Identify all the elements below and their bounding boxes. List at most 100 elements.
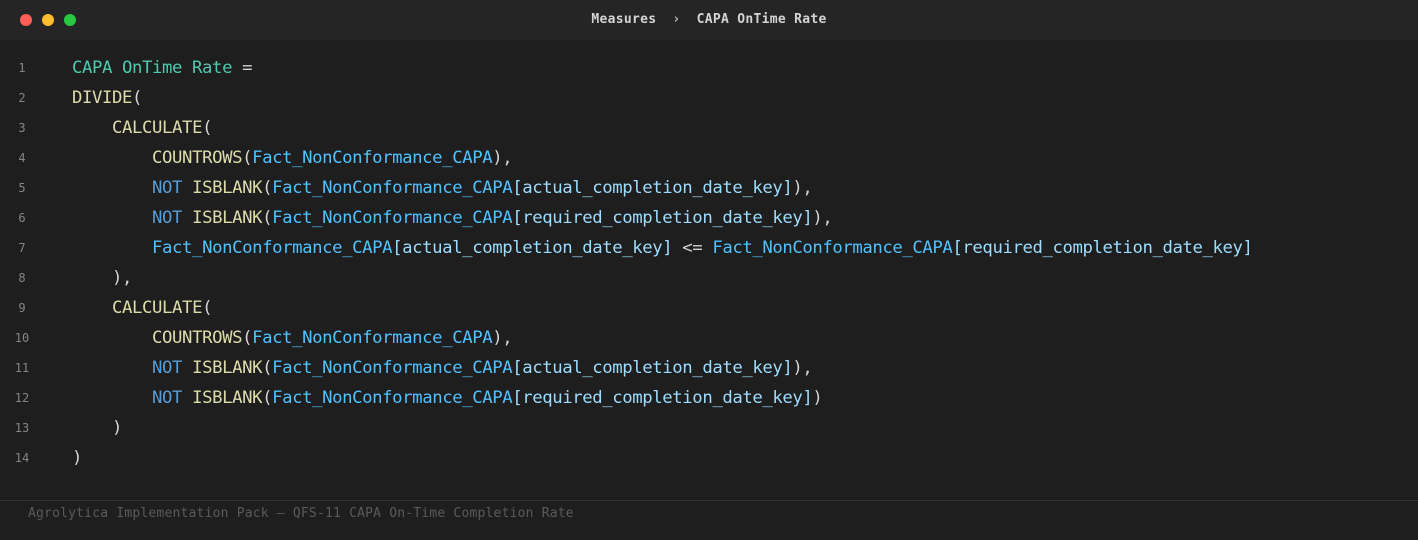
code-text: NOT ISBLANK(Fact_NonConformance_CAPA[act…: [72, 173, 813, 203]
line-number: 14: [14, 451, 30, 465]
code-text: NOT ISBLANK(Fact_NonConformance_CAPA[req…: [72, 203, 833, 233]
line-number: 8: [18, 271, 26, 285]
code-line[interactable]: 4 COUNTROWS(Fact_NonConformance_CAPA),: [0, 143, 1418, 173]
line-number: 3: [18, 121, 26, 135]
breadcrumb-current: CAPA OnTime Rate: [696, 12, 827, 27]
code-token: ): [72, 448, 83, 468]
code-line[interactable]: 7 Fact_NonConformance_CAPA[actual_comple…: [0, 233, 1418, 263]
line-number: 6: [18, 211, 26, 225]
code-token: ),: [792, 358, 813, 378]
code-token: [actual_completion_date_key]: [392, 238, 673, 258]
code-token: NOT: [152, 388, 183, 408]
code-line[interactable]: 11 NOT ISBLANK(Fact_NonConformance_CAPA[…: [0, 353, 1418, 383]
code-text: ): [72, 443, 82, 473]
line-number: 13: [14, 421, 30, 435]
code-token: (: [262, 358, 273, 378]
code-token: [required_completion_date_key]: [952, 238, 1253, 258]
code-text: NOT ISBLANK(Fact_NonConformance_CAPA[act…: [72, 353, 813, 383]
code-token: Fact_NonConformance_CAPA: [272, 208, 513, 228]
code-token: ),: [492, 148, 513, 168]
code-line[interactable]: 5 NOT ISBLANK(Fact_NonConformance_CAPA[a…: [0, 173, 1418, 203]
code-text: NOT ISBLANK(Fact_NonConformance_CAPA[req…: [72, 383, 823, 413]
code-token: ),: [812, 208, 833, 228]
code-text: ): [72, 413, 122, 443]
line-number: 7: [18, 241, 26, 255]
code-token: ),: [792, 178, 813, 198]
code-token: (: [262, 208, 273, 228]
line-number: 9: [18, 301, 26, 315]
code-token: CALCULATE: [112, 118, 203, 138]
code-line[interactable]: 9 CALCULATE(: [0, 293, 1418, 323]
code-text: COUNTROWS(Fact_NonConformance_CAPA),: [72, 323, 513, 353]
code-editor[interactable]: 1 CAPA OnTime Rate = 2 DIVIDE(3 CALCULATE(4…: [0, 53, 1418, 473]
code-text: COUNTROWS(Fact_NonConformance_CAPA),: [72, 143, 513, 173]
code-line[interactable]: 8 ),: [0, 263, 1418, 293]
code-text: DIVIDE(: [72, 83, 142, 113]
line-number: 10: [14, 331, 30, 345]
code-token: Fact_NonConformance_CAPA: [272, 178, 513, 198]
code-token: <=: [672, 238, 713, 258]
code-token: =: [232, 58, 253, 78]
breadcrumb-separator-icon: ›: [672, 12, 681, 27]
code-line[interactable]: 1 CAPA OnTime Rate =: [0, 53, 1418, 83]
code-token: Fact_NonConformance_CAPA: [272, 358, 513, 378]
code-token: (: [242, 328, 253, 348]
line-number: 2: [18, 91, 26, 105]
code-token: [required_completion_date_key]: [512, 388, 813, 408]
line-number: 1: [18, 61, 26, 75]
code-text: CALCULATE(: [72, 113, 212, 143]
code-line[interactable]: 12 NOT ISBLANK(Fact_NonConformance_CAPA[…: [0, 383, 1418, 413]
title-bar: Measures › CAPA OnTime Rate: [0, 0, 1418, 40]
code-token: (: [262, 178, 273, 198]
breadcrumb-parent[interactable]: Measures: [591, 12, 656, 27]
code-window: Measures › CAPA OnTime Rate 1 CAPA OnTime R…: [0, 0, 1418, 540]
code-token: NOT: [152, 178, 183, 198]
code-token: [required_completion_date_key]: [512, 208, 813, 228]
code-token: CAPA OnTime Rate: [72, 58, 233, 78]
code-line[interactable]: 2 DIVIDE(: [0, 83, 1418, 113]
code-token: COUNTROWS: [152, 148, 243, 168]
code-token: (: [242, 148, 253, 168]
code-token: CALCULATE: [112, 298, 203, 318]
footer-caption: Agrolytica Implementation Pack — QFS-11 …: [28, 506, 574, 521]
code-token: NOT: [152, 208, 183, 228]
code-line[interactable]: 13 ): [0, 413, 1418, 443]
code-token: Fact_NonConformance_CAPA: [152, 238, 393, 258]
code-token: (: [132, 88, 143, 108]
code-token: (: [202, 298, 213, 318]
code-token: ISBLANK: [192, 178, 263, 198]
breadcrumb: Measures › CAPA OnTime Rate: [0, 0, 1418, 40]
code-text: ),: [72, 263, 132, 293]
code-text: Fact_NonConformance_CAPA[actual_completi…: [72, 233, 1253, 263]
code-token: DIVIDE: [72, 88, 133, 108]
code-line[interactable]: 10 COUNTROWS(Fact_NonConformance_CAPA),: [0, 323, 1418, 353]
code-token: ): [812, 388, 823, 408]
code-token: Fact_NonConformance_CAPA: [272, 388, 513, 408]
code-line[interactable]: 14): [0, 443, 1418, 473]
code-text: CAPA OnTime Rate =: [72, 53, 252, 83]
code-line[interactable]: 3 CALCULATE(: [0, 113, 1418, 143]
code-token: ): [112, 418, 123, 438]
code-token: Fact_NonConformance_CAPA: [252, 328, 493, 348]
code-token: [actual_completion_date_key]: [512, 178, 793, 198]
code-token: ISBLANK: [192, 208, 263, 228]
code-text: CALCULATE(: [72, 293, 212, 323]
code-token: ),: [492, 328, 513, 348]
code-token: NOT: [152, 358, 183, 378]
code-line[interactable]: 6 NOT ISBLANK(Fact_NonConformance_CAPA[r…: [0, 203, 1418, 233]
code-token: COUNTROWS: [152, 328, 243, 348]
footer: Agrolytica Implementation Pack — QFS-11 …: [0, 500, 1418, 540]
line-number: 4: [18, 151, 26, 165]
line-number: 5: [18, 181, 26, 195]
code-token: ISBLANK: [192, 388, 263, 408]
code-token: ISBLANK: [192, 358, 263, 378]
line-number: 12: [14, 391, 30, 405]
code-token: [actual_completion_date_key]: [512, 358, 793, 378]
code-token: Fact_NonConformance_CAPA: [252, 148, 493, 168]
line-number: 11: [14, 361, 30, 375]
code-token: Fact_NonConformance_CAPA: [712, 238, 953, 258]
